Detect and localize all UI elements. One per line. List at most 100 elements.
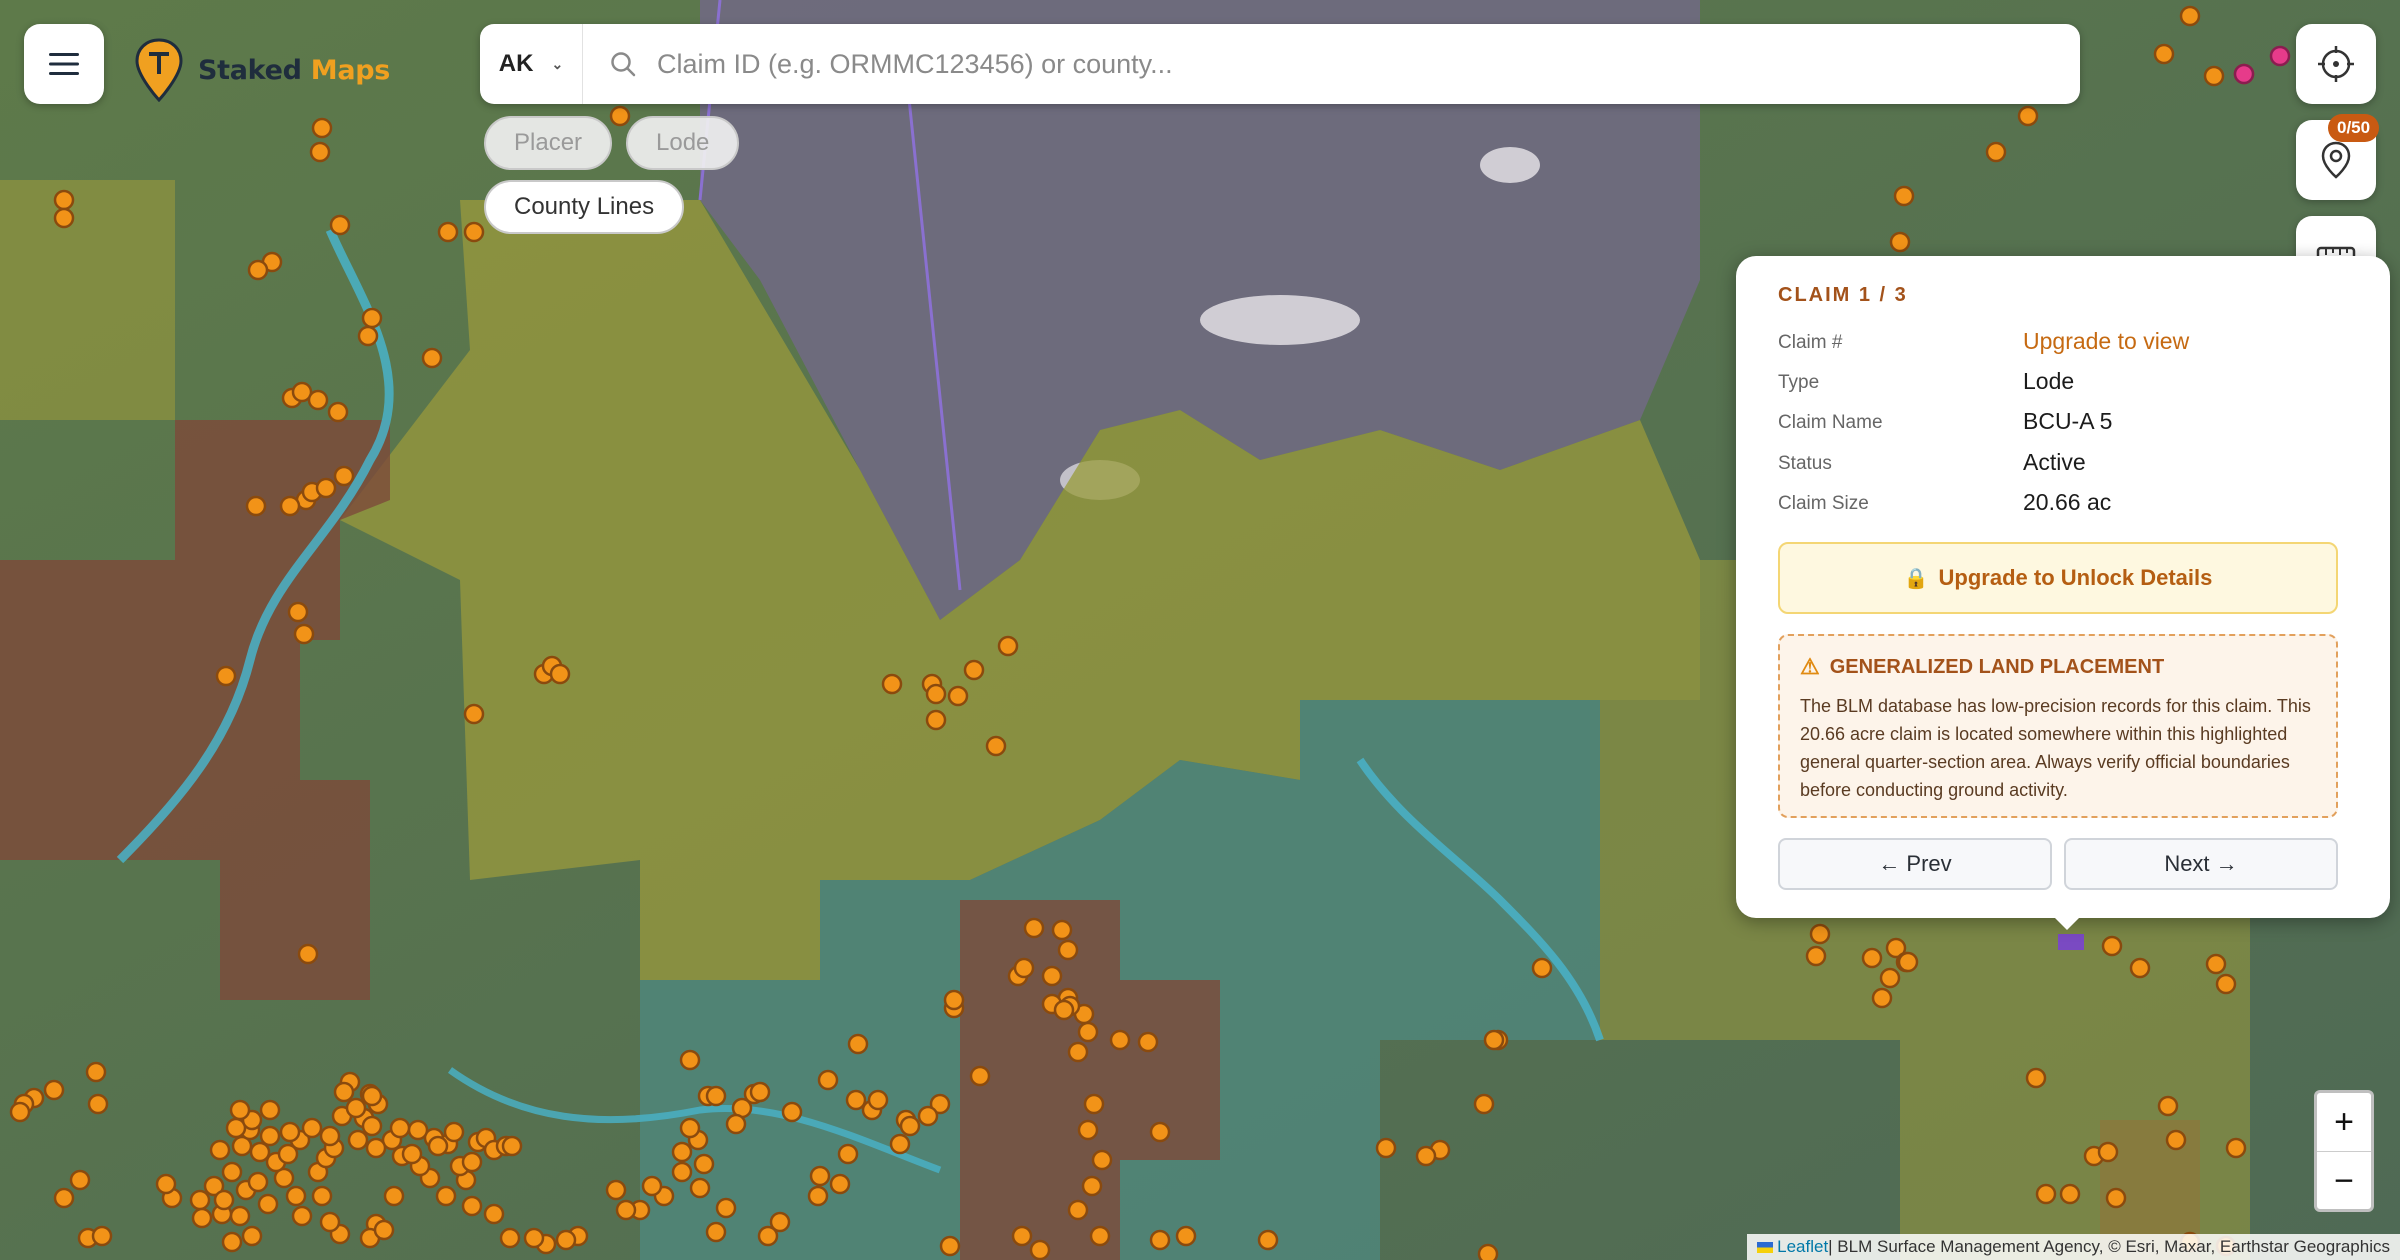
- claim-marker[interactable]: [2203, 65, 2225, 87]
- claim-marker[interactable]: [705, 1085, 727, 1107]
- claim-marker[interactable]: [1985, 141, 2007, 163]
- claim-marker[interactable]: [1077, 1021, 1099, 1043]
- claim-marker[interactable]: [85, 1061, 107, 1083]
- claim-marker[interactable]: [2059, 1183, 2081, 1205]
- claim-marker[interactable]: [2225, 1137, 2247, 1159]
- claim-marker[interactable]: [215, 665, 237, 687]
- claim-marker[interactable]: [549, 663, 571, 685]
- claim-marker[interactable]: [523, 1227, 545, 1249]
- claim-marker[interactable]: [1137, 1031, 1159, 1053]
- claim-marker[interactable]: [1175, 1225, 1197, 1247]
- claim-marker[interactable]: [1805, 945, 1827, 967]
- claim-marker[interactable]: [259, 1099, 281, 1121]
- claim-marker[interactable]: [807, 1185, 829, 1207]
- claim-marker[interactable]: [2105, 1187, 2127, 1209]
- leaflet-link[interactable]: Leaflet: [1777, 1237, 1828, 1257]
- claim-marker[interactable]: [333, 465, 355, 487]
- claim-marker[interactable]: [985, 735, 1007, 757]
- claim-marker[interactable]: [1893, 185, 1915, 207]
- claim-marker[interactable]: [401, 1143, 423, 1165]
- claim-marker[interactable]: [421, 347, 443, 369]
- claim-marker[interactable]: [483, 1203, 505, 1225]
- claim-marker[interactable]: [725, 1113, 747, 1135]
- upgrade-unlock-button[interactable]: 🔒 Upgrade to Unlock Details: [1778, 542, 2338, 614]
- claim-marker[interactable]: [615, 1199, 637, 1221]
- claim-marker[interactable]: [361, 307, 383, 329]
- app-logo[interactable]: Staked Maps: [134, 38, 390, 102]
- claim-marker[interactable]: [1871, 987, 1893, 1009]
- claim-marker[interactable]: [847, 1033, 869, 1055]
- claim-marker[interactable]: [463, 221, 485, 243]
- claim-marker[interactable]: [357, 325, 379, 347]
- claim-marker[interactable]: [947, 685, 969, 707]
- claim-marker[interactable]: [155, 1173, 177, 1195]
- claim-marker[interactable]: [279, 1121, 301, 1143]
- filter-county-lines-chip[interactable]: County Lines: [484, 180, 685, 234]
- claim-marker[interactable]: [191, 1207, 213, 1229]
- claim-marker[interactable]: [2157, 1095, 2179, 1117]
- zoom-in-button[interactable]: +: [2317, 1093, 2371, 1152]
- claim-marker[interactable]: [499, 1227, 521, 1249]
- claim-marker[interactable]: [2153, 43, 2175, 65]
- claim-marker[interactable]: [1053, 999, 1075, 1021]
- claim-marker[interactable]: [383, 1185, 405, 1207]
- zoom-out-button[interactable]: −: [2317, 1152, 2371, 1210]
- claim-marker[interactable]: [829, 1173, 851, 1195]
- claim-marker[interactable]: [969, 1065, 991, 1087]
- claim-marker[interactable]: [555, 1229, 577, 1251]
- claim-marker[interactable]: [679, 1117, 701, 1139]
- claim-marker[interactable]: [1081, 1175, 1103, 1197]
- claim-marker[interactable]: [1051, 919, 1073, 941]
- claim-marker[interactable]: [209, 1139, 231, 1161]
- claim-marker[interactable]: [213, 1189, 235, 1211]
- claim-marker[interactable]: [2017, 105, 2039, 127]
- claim-marker[interactable]: [1083, 1093, 1105, 1115]
- claim-marker[interactable]: [1057, 939, 1079, 961]
- claim-marker[interactable]: [1041, 965, 1063, 987]
- claim-marker[interactable]: [837, 1143, 859, 1165]
- upgrade-to-view-link[interactable]: Upgrade to view: [2023, 328, 2189, 355]
- claim-marker[interactable]: [609, 105, 631, 127]
- claim-marker[interactable]: [91, 1225, 113, 1247]
- claim-marker[interactable]: [867, 1089, 889, 1111]
- filter-lode-chip[interactable]: Lode: [626, 116, 740, 170]
- claim-marker[interactable]: [899, 1115, 921, 1137]
- claim-marker[interactable]: [311, 1185, 333, 1207]
- claim-marker[interactable]: [693, 1153, 715, 1175]
- claim-marker[interactable]: [1149, 1229, 1171, 1251]
- filter-placer-chip[interactable]: Placer: [484, 116, 613, 170]
- claim-marker[interactable]: [501, 1135, 523, 1157]
- claim-marker[interactable]: [461, 1151, 483, 1173]
- claim-marker[interactable]: [53, 189, 75, 211]
- claim-marker[interactable]: [9, 1101, 31, 1123]
- next-claim-button[interactable]: Next →: [2064, 838, 2338, 890]
- claim-marker[interactable]: [229, 1205, 251, 1227]
- claim-marker[interactable]: [1067, 1041, 1089, 1063]
- claim-marker[interactable]: [917, 1105, 939, 1127]
- claim-marker[interactable]: [925, 709, 947, 731]
- claim-marker[interactable]: [437, 221, 459, 243]
- claim-marker[interactable]: [301, 1117, 323, 1139]
- claim-marker[interactable]: [2025, 1067, 2047, 1089]
- claim-marker[interactable]: [1861, 947, 1883, 969]
- claim-marker[interactable]: [715, 1197, 737, 1219]
- claim-marker[interactable]: [361, 1085, 383, 1107]
- claim-marker[interactable]: [705, 1221, 727, 1243]
- claim-marker[interactable]: [1257, 1229, 1279, 1251]
- claim-marker[interactable]: [259, 1125, 281, 1147]
- claim-marker[interactable]: [1077, 1119, 1099, 1141]
- claim-marker[interactable]: [1889, 231, 1911, 253]
- claim-marker[interactable]: [309, 141, 331, 163]
- claim-marker[interactable]: [1029, 1239, 1051, 1260]
- claim-marker[interactable]: [319, 1211, 341, 1233]
- claim-marker[interactable]: [1879, 967, 1901, 989]
- claim-marker[interactable]: [365, 1137, 387, 1159]
- locate-button[interactable]: [2296, 24, 2376, 104]
- claim-marker[interactable]: [87, 1093, 109, 1115]
- claim-marker[interactable]: [345, 1097, 367, 1119]
- claim-marker[interactable]: [247, 1171, 269, 1193]
- claim-marker[interactable]: [925, 683, 947, 705]
- claim-marker[interactable]: [293, 623, 315, 645]
- claim-marker[interactable]: [307, 389, 329, 411]
- claim-marker[interactable]: [249, 1141, 271, 1163]
